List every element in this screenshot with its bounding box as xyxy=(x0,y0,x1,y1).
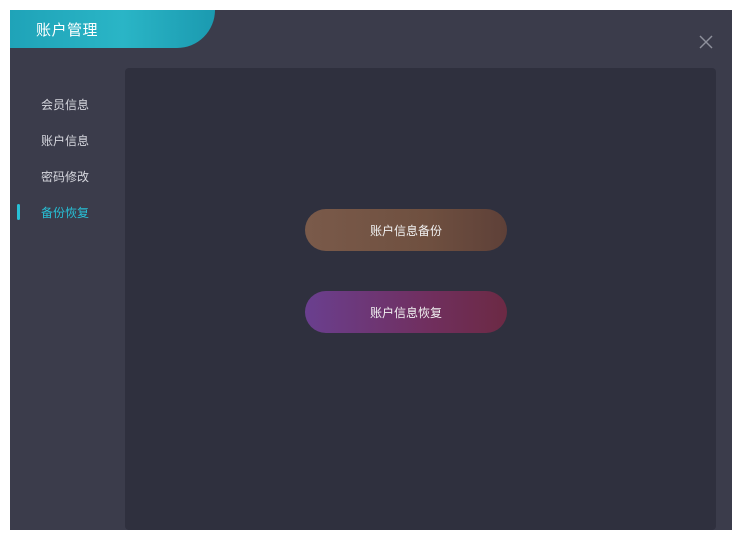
content-panel: 账户信息备份 账户信息恢复 xyxy=(125,68,716,530)
dialog-title: 账户管理 xyxy=(36,20,99,39)
title-tab: 账户管理 xyxy=(10,10,215,48)
sidebar-item-backup-restore[interactable]: 备份恢复 xyxy=(10,194,125,230)
sidebar-item-account-info[interactable]: 账户信息 xyxy=(10,122,125,158)
active-indicator xyxy=(17,204,20,220)
sidebar-item-label: 密码修改 xyxy=(41,169,90,184)
sidebar-nav: 会员信息 账户信息 密码修改 备份恢复 xyxy=(10,86,125,230)
account-management-dialog: 账户管理 会员信息 账户信息 密码修改 备份恢复 账户信息备份 账户信息恢复 xyxy=(10,10,732,530)
sidebar-item-label: 会员信息 xyxy=(41,97,90,112)
sidebar-item-label: 账户信息 xyxy=(41,133,90,148)
close-icon[interactable] xyxy=(698,34,714,50)
sidebar-item-label: 备份恢复 xyxy=(41,205,90,220)
account-backup-button[interactable]: 账户信息备份 xyxy=(305,209,507,251)
account-restore-button[interactable]: 账户信息恢复 xyxy=(305,291,507,333)
sidebar-item-password-change[interactable]: 密码修改 xyxy=(10,158,125,194)
sidebar-item-member-info[interactable]: 会员信息 xyxy=(10,86,125,122)
